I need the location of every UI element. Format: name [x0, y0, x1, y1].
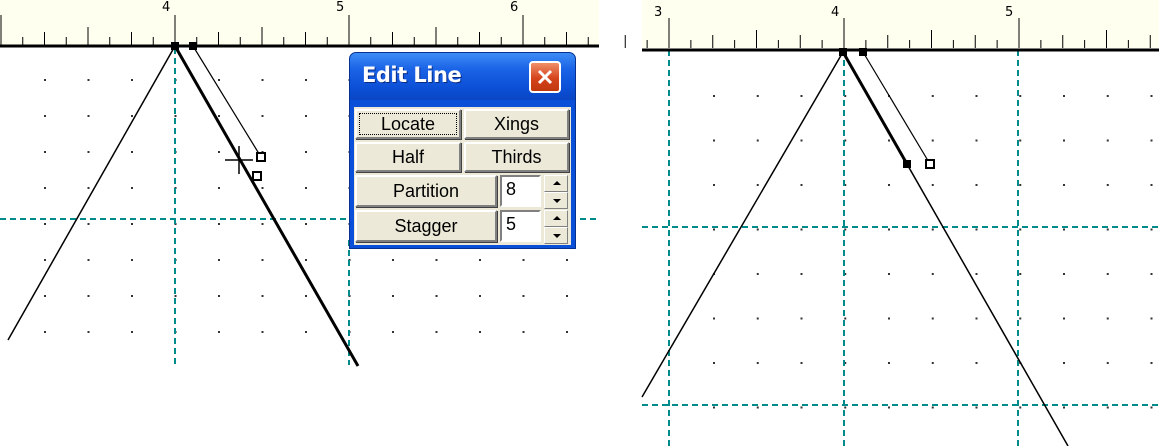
partition-spin-up[interactable]: [544, 175, 568, 192]
left-shape-line-right[interactable]: [173, 45, 360, 367]
stagger-count-field[interactable]: 5: [500, 210, 541, 242]
left-offset-line[interactable]: [192, 45, 262, 158]
crosshair-cursor-icon: [225, 146, 253, 174]
palette-title: Edit Line: [362, 63, 462, 87]
palette-title-bar[interactable]: Edit Line: [350, 53, 575, 100]
xings-button[interactable]: Xings: [464, 109, 569, 139]
left-shape-line-left[interactable]: [7, 45, 176, 341]
arrow-down-icon: [553, 199, 561, 203]
close-button[interactable]: [529, 61, 561, 93]
left-endpoint-handle-1[interactable]: [171, 42, 179, 50]
left-ruler-label-5: 5: [336, 0, 344, 15]
edit-line-palette[interactable]: Edit Line Locate Xings Half Thirds Parti…: [349, 52, 576, 249]
arrow-up-icon: [553, 216, 561, 220]
right-shape-line-left[interactable]: [641, 51, 844, 398]
left-endpoint-handle-4[interactable]: [252, 171, 262, 181]
right-panel: 3 4 5: [624, 0, 1159, 446]
partition-count-field[interactable]: 8: [500, 175, 541, 207]
left-ruler: 4 5 6: [0, 0, 599, 48]
locate-button[interactable]: Locate: [355, 109, 461, 139]
right-endpoint-handle-4[interactable]: [925, 159, 935, 169]
drawing-canvas[interactable]: 4 5 6 3 4 5: [0, 0, 1159, 446]
left-endpoint-handle-2[interactable]: [189, 42, 197, 50]
right-endpoint-handle-1[interactable]: [839, 48, 847, 56]
right-endpoint-handle-3[interactable]: [903, 160, 911, 168]
arrow-down-icon: [553, 234, 561, 238]
left-endpoint-handle-3[interactable]: [256, 152, 266, 162]
half-button[interactable]: Half: [355, 142, 461, 172]
right-ruler-label-4: 4: [831, 5, 839, 20]
thirds-button[interactable]: Thirds: [464, 142, 569, 172]
partition-button[interactable]: Partition: [355, 175, 497, 207]
right-offset-line-thick[interactable]: [841, 51, 909, 165]
partition-spin-down[interactable]: [544, 192, 568, 209]
stagger-spin-down[interactable]: [544, 227, 568, 244]
stagger-spin-up[interactable]: [544, 210, 568, 227]
palette-body: Locate Xings Half Thirds Partition 8 Sta…: [354, 107, 571, 245]
right-ruler: 3 4 5: [624, 0, 1159, 52]
right-ruler-label-3: 3: [654, 5, 662, 20]
right-ruler-label-5: 5: [1005, 5, 1013, 20]
left-ruler-label-6: 6: [510, 0, 518, 15]
stagger-button[interactable]: Stagger: [355, 210, 497, 242]
left-ruler-label-4: 4: [162, 0, 170, 15]
arrow-up-icon: [553, 181, 561, 185]
right-endpoint-handle-2[interactable]: [859, 48, 867, 56]
right-grid-dots: [713, 95, 1153, 409]
close-x-icon: [537, 69, 553, 85]
